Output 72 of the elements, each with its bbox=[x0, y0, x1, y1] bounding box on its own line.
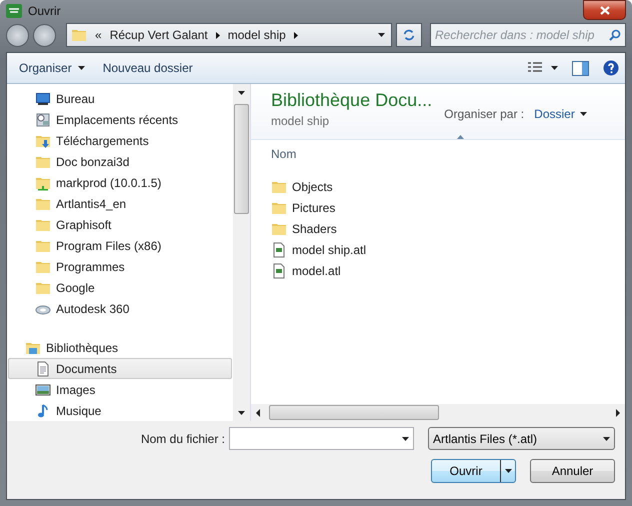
file-item[interactable]: model ship.atl bbox=[251, 239, 625, 260]
help-icon bbox=[603, 60, 619, 76]
organize-menu[interactable]: Organiser bbox=[13, 58, 91, 78]
refresh-button[interactable] bbox=[396, 23, 422, 48]
chevron-icon bbox=[216, 32, 220, 39]
arrange-label: Organiser par : bbox=[444, 107, 524, 121]
horizontal-scrollbar[interactable] bbox=[251, 404, 625, 421]
breadcrumb[interactable]: Récup Vert Galant bbox=[110, 28, 208, 42]
monitor-icon bbox=[35, 90, 51, 106]
cancel-button[interactable]: Annuler bbox=[530, 459, 615, 483]
address-bar[interactable]: « Récup Vert Galant model ship bbox=[66, 23, 392, 48]
preview-pane-icon bbox=[572, 60, 589, 76]
dropdown-icon bbox=[402, 436, 409, 440]
dropdown-icon bbox=[603, 436, 610, 440]
file-item[interactable]: Shaders bbox=[251, 218, 625, 239]
open-button[interactable]: Ouvrir bbox=[431, 459, 516, 483]
search-icon bbox=[609, 29, 621, 42]
caret-icon bbox=[580, 112, 587, 116]
folder-subtitle: model ship bbox=[271, 114, 330, 128]
window-title: Ouvrir bbox=[28, 4, 61, 18]
arrange-dropdown[interactable]: Dossier bbox=[534, 106, 587, 122]
forward-button[interactable] bbox=[33, 24, 56, 47]
caret-icon bbox=[551, 66, 558, 70]
nav-item[interactable]: Graphisoft bbox=[8, 214, 232, 235]
nav-item[interactable]: Emplacements récents bbox=[8, 109, 232, 130]
file-type-dropdown[interactable]: Artlantis Files (*.atl) bbox=[428, 427, 615, 450]
refresh-icon bbox=[403, 28, 415, 42]
view-options-button[interactable] bbox=[527, 61, 558, 75]
filename-label: Nom du fichier : bbox=[140, 432, 225, 446]
nav-item[interactable]: Artlantis4_en bbox=[8, 193, 232, 214]
nav-item[interactable]: Doc bonzai3d bbox=[8, 151, 232, 172]
column-header[interactable]: Nom bbox=[271, 147, 296, 161]
help-button[interactable] bbox=[603, 60, 619, 76]
library-title: Bibliothèque Docu... bbox=[271, 90, 432, 111]
list-view-icon bbox=[527, 61, 543, 75]
sort-arrow-icon bbox=[457, 135, 464, 139]
preview-pane-button[interactable] bbox=[572, 60, 589, 76]
nav-item[interactable]: Téléchargements bbox=[8, 130, 232, 151]
nav-item[interactable]: Images bbox=[8, 379, 232, 400]
search-field[interactable]: Rechercher dans : model ship bbox=[430, 23, 626, 48]
nav-item[interactable]: Programmes bbox=[8, 256, 232, 277]
nav-item[interactable]: Program Files (x86) bbox=[8, 235, 232, 256]
nav-item[interactable]: Google bbox=[8, 277, 232, 298]
down-arrow-icon bbox=[238, 410, 245, 414]
file-item[interactable]: Objects bbox=[251, 176, 625, 197]
document-icon bbox=[35, 360, 51, 376]
breadcrumb[interactable]: model ship bbox=[228, 28, 286, 42]
file-icon bbox=[271, 262, 287, 278]
close-button[interactable] bbox=[583, 0, 626, 20]
overflow-chevron[interactable]: « bbox=[95, 28, 102, 42]
back-button[interactable] bbox=[6, 24, 29, 47]
nav-item[interactable]: Bibliothèques bbox=[8, 337, 232, 358]
caret-icon bbox=[78, 66, 85, 70]
nav-item[interactable]: Autodesk 360 bbox=[8, 298, 232, 319]
chevron-icon bbox=[294, 32, 298, 39]
app-icon bbox=[6, 4, 22, 18]
filename-field[interactable] bbox=[229, 427, 414, 450]
file-item[interactable]: Pictures bbox=[251, 197, 625, 218]
file-icon bbox=[271, 242, 287, 258]
nav-item[interactable]: Bureau bbox=[8, 88, 232, 109]
recent-places-icon bbox=[35, 112, 51, 128]
dropdown-icon bbox=[378, 33, 384, 38]
folder-icon bbox=[71, 27, 87, 44]
image-icon bbox=[35, 382, 51, 398]
close-icon bbox=[600, 6, 610, 14]
nav-item[interactable]: markprod (10.0.1.5) bbox=[8, 172, 232, 193]
nav-item[interactable]: Musique bbox=[8, 400, 232, 421]
nav-item[interactable]: Documents bbox=[8, 358, 232, 379]
file-item[interactable]: model.atl bbox=[251, 260, 625, 281]
new-folder-button[interactable]: Nouveau dossier bbox=[96, 58, 199, 78]
vertical-scrollbar[interactable] bbox=[233, 84, 250, 421]
dropdown-icon bbox=[504, 469, 512, 473]
